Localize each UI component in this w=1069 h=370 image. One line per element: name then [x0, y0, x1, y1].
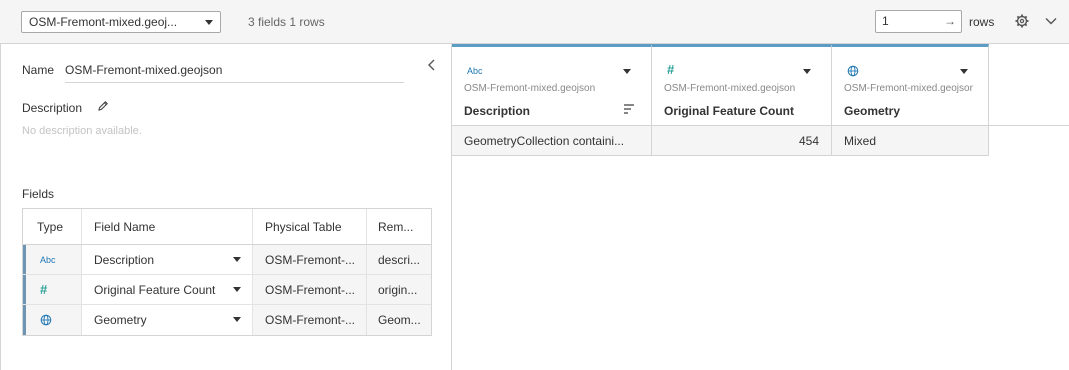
column-header-field-name[interactable]: Field Name	[82, 209, 253, 244]
arrow-right-icon[interactable]: →	[944, 11, 956, 32]
toolbar: OSM-Fremont-mixed.geoj... 3 fields 1 row…	[0, 0, 1069, 44]
globe-icon[interactable]	[847, 65, 859, 77]
field-name: Geometry	[94, 313, 147, 327]
globe-icon	[40, 314, 52, 326]
field-name-cell[interactable]: Original Feature Count	[82, 275, 253, 304]
details-panel: Name OSM-Fremont-mixed.geojson Descripti…	[0, 44, 452, 370]
rows-label: rows	[969, 15, 995, 29]
table-row[interactable]: Abc Description OSM-Fremont-... descri..…	[23, 245, 431, 275]
column-name: Description	[464, 104, 531, 118]
column-header-physical-table[interactable]: Physical Table	[253, 209, 367, 244]
feature-count-cell[interactable]: 454	[652, 126, 832, 156]
physical-table-cell: OSM-Fremont-...	[253, 305, 367, 335]
type-cell[interactable]	[23, 305, 82, 335]
caret-down-icon[interactable]	[803, 69, 811, 74]
name-field[interactable]: OSM-Fremont-mixed.geojson	[65, 56, 404, 83]
number-type-icon[interactable]: #	[667, 62, 674, 77]
fields-table: Type Field Name Physical Table Rem... Ab…	[22, 208, 432, 336]
column-source: OSM-Fremont-mixed.geojson	[664, 83, 796, 94]
gear-icon[interactable]	[1014, 13, 1030, 29]
caret-down-icon[interactable]	[233, 287, 241, 292]
column-header-remote[interactable]: Rem...	[367, 209, 431, 244]
string-type-icon: Abc	[40, 254, 56, 265]
chevron-left-icon[interactable]	[426, 58, 438, 72]
geometry-cell[interactable]: Mixed	[832, 126, 989, 156]
column-name: Original Feature Count	[664, 104, 795, 118]
physical-table-cell: OSM-Fremont-...	[253, 275, 367, 304]
string-type-icon[interactable]: Abc	[467, 66, 483, 76]
pencil-icon[interactable]	[97, 100, 109, 112]
column-header-description[interactable]: Abc OSM-Fremont-mixed.geojson Descriptio…	[452, 44, 652, 126]
caret-down-icon[interactable]	[623, 69, 631, 74]
data-grid: Abc OSM-Fremont-mixed.geojson Descriptio…	[452, 44, 1069, 370]
column-name: Geometry	[844, 104, 901, 118]
caret-down-icon[interactable]	[233, 317, 241, 322]
remote-name-cell: descri...	[378, 252, 421, 267]
sort-icon[interactable]	[623, 103, 635, 115]
datasource-select[interactable]: OSM-Fremont-mixed.geoj...	[21, 11, 221, 33]
caret-down-icon	[205, 20, 213, 25]
caret-down-icon[interactable]	[960, 69, 968, 74]
field-name-cell[interactable]: Description	[82, 245, 253, 274]
description-cell[interactable]: GeometryCollection containi...	[452, 126, 652, 156]
name-label: Name	[22, 63, 55, 77]
column-source: OSM-Fremont-mixed.geojson	[464, 83, 596, 94]
column-source: OSM-Fremont-mixed.geojsor	[844, 83, 973, 94]
type-cell[interactable]: Abc	[23, 245, 82, 274]
column-header-original-feature-count[interactable]: # OSM-Fremont-mixed.geojson Original Fea…	[652, 44, 832, 126]
description-label: Description	[22, 101, 83, 115]
rows-input[interactable]: 1 →	[875, 10, 962, 33]
description-placeholder: No description available.	[22, 125, 142, 137]
column-header-geometry[interactable]: OSM-Fremont-mixed.geojsor Geometry	[832, 44, 989, 126]
datasource-select-value: OSM-Fremont-mixed.geoj...	[29, 15, 178, 29]
remote-name-cell: Geom...	[378, 313, 421, 327]
field-name-cell[interactable]: Geometry	[82, 305, 253, 335]
remote-name-cell: origin...	[378, 282, 418, 297]
field-summary: 3 fields 1 rows	[248, 15, 325, 29]
column-header-type[interactable]: Type	[23, 209, 82, 244]
table-row[interactable]: # Original Feature Count OSM-Fremont-...…	[23, 275, 431, 305]
rows-input-value: 1	[882, 14, 889, 28]
table-row[interactable]: GeometryCollection containi... 454 Mixed	[452, 126, 989, 156]
type-cell[interactable]: #	[23, 275, 82, 304]
field-name: Description	[94, 252, 155, 267]
caret-down-icon[interactable]	[233, 257, 241, 262]
physical-table-cell: OSM-Fremont-...	[253, 245, 367, 274]
number-type-icon: #	[40, 282, 48, 297]
fields-table-header: Type Field Name Physical Table Rem...	[23, 209, 431, 245]
chevron-down-icon[interactable]	[1044, 14, 1058, 28]
fields-label: Fields	[22, 187, 55, 201]
field-name: Original Feature Count	[94, 282, 216, 297]
table-row[interactable]: Geometry OSM-Fremont-... Geom...	[23, 305, 431, 335]
